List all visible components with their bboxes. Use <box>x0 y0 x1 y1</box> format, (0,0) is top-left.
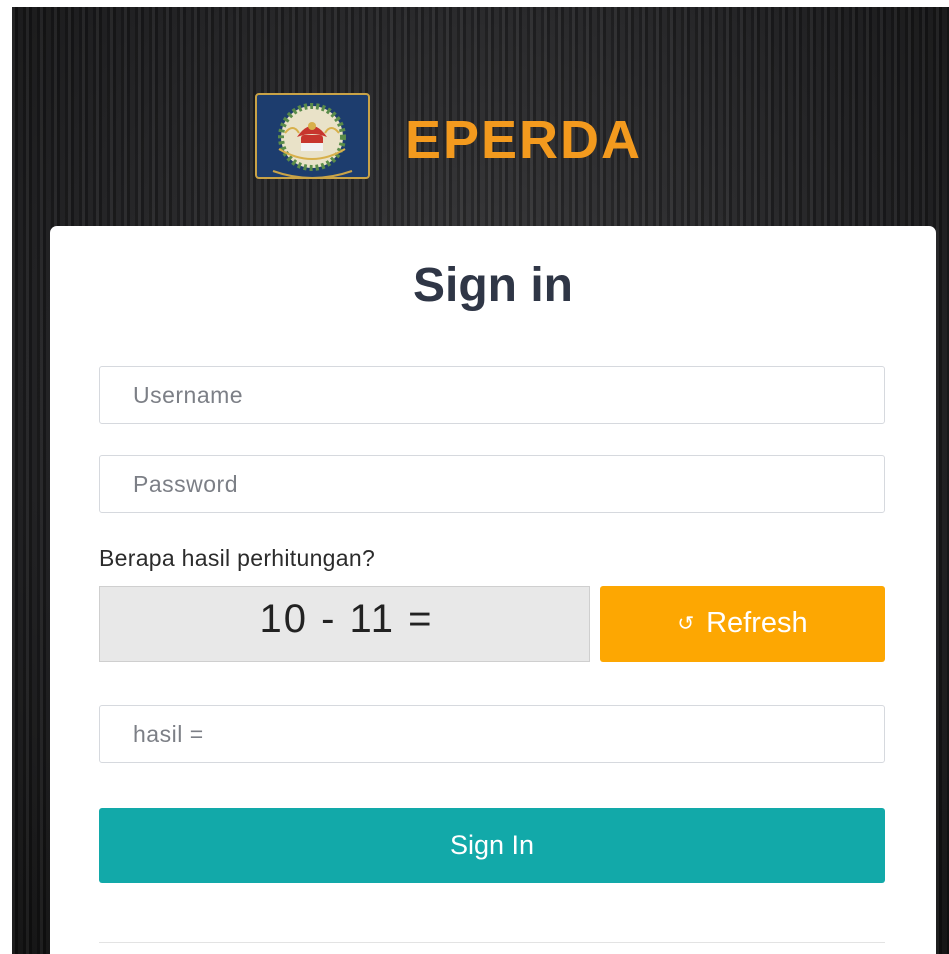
brand-name: EPERDA <box>405 110 643 170</box>
login-screen: EPERDA Sign in Berapa hasil perhitungan?… <box>12 7 949 954</box>
username-input[interactable] <box>99 366 885 424</box>
page-title: Sign in <box>413 259 573 312</box>
captcha-question: Berapa hasil perhitungan? <box>99 545 376 571</box>
password-input[interactable] <box>99 455 885 513</box>
brand-header: EPERDA <box>12 90 949 190</box>
refresh-captcha-button[interactable]: ↺ Refresh <box>600 586 885 662</box>
refresh-icon: ↺ <box>677 612 695 635</box>
garuda-emblem-icon <box>255 93 370 179</box>
captcha-answer-input[interactable] <box>99 705 885 763</box>
captcha-expression: 10 - 11 = <box>99 586 590 662</box>
refresh-button-label: Refresh <box>706 606 808 639</box>
sign-in-button[interactable]: Sign In <box>99 808 885 883</box>
login-card: Sign in Berapa hasil perhitungan? 10 - 1… <box>50 226 936 954</box>
divider <box>99 942 885 943</box>
